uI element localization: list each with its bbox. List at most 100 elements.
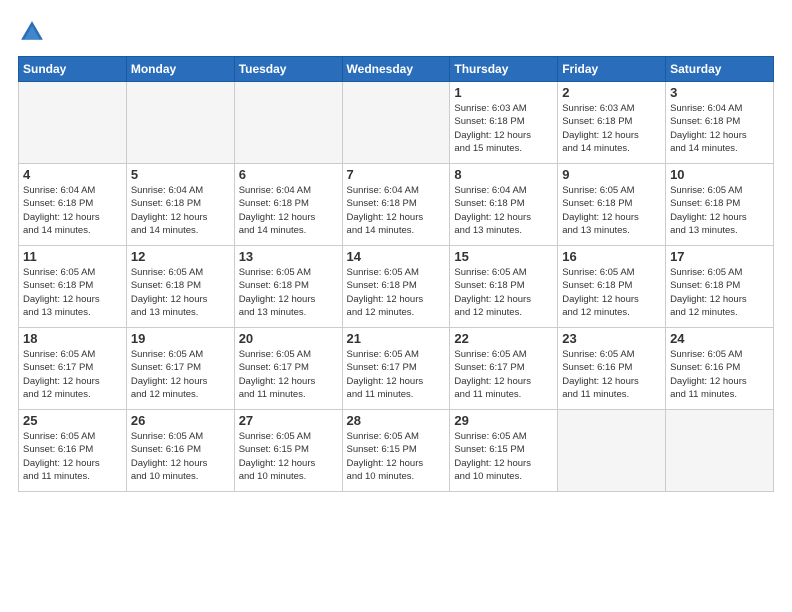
calendar-day-cell: 9 Sunrise: 6:05 AM Sunset: 6:18 PM Daylig…: [558, 164, 666, 246]
calendar-day-cell: [558, 410, 666, 492]
day-info: Sunrise: 6:05 AM Sunset: 6:15 PM Dayligh…: [347, 430, 446, 483]
day-number: 13: [239, 249, 338, 264]
calendar-weekday-header: Saturday: [666, 57, 774, 82]
day-number: 6: [239, 167, 338, 182]
calendar-weekday-header: Thursday: [450, 57, 558, 82]
logo-icon: [18, 18, 46, 46]
day-info: Sunrise: 6:05 AM Sunset: 6:18 PM Dayligh…: [670, 266, 769, 319]
calendar-week-row: 25 Sunrise: 6:05 AM Sunset: 6:16 PM Dayli…: [19, 410, 774, 492]
day-info: Sunrise: 6:05 AM Sunset: 6:15 PM Dayligh…: [239, 430, 338, 483]
day-info: Sunrise: 6:04 AM Sunset: 6:18 PM Dayligh…: [239, 184, 338, 237]
day-info: Sunrise: 6:04 AM Sunset: 6:18 PM Dayligh…: [347, 184, 446, 237]
calendar-day-cell: 10 Sunrise: 6:05 AM Sunset: 6:18 PM Dayli…: [666, 164, 774, 246]
calendar-day-cell: 11Sunrise: 6:05 AM Sunset: 6:18 PM Dayli…: [19, 246, 127, 328]
calendar-day-cell: 1 Sunrise: 6:03 AM Sunset: 6:18 PM Daylig…: [450, 82, 558, 164]
calendar-day-cell: [19, 82, 127, 164]
day-info: Sunrise: 6:05 AM Sunset: 6:17 PM Dayligh…: [23, 348, 122, 401]
calendar-weekday-header: Monday: [126, 57, 234, 82]
calendar-day-cell: 8 Sunrise: 6:04 AM Sunset: 6:18 PM Daylig…: [450, 164, 558, 246]
day-number: 17: [670, 249, 769, 264]
calendar-day-cell: 12Sunrise: 6:05 AM Sunset: 6:18 PM Dayli…: [126, 246, 234, 328]
calendar-day-cell: 5 Sunrise: 6:04 AM Sunset: 6:18 PM Daylig…: [126, 164, 234, 246]
day-number: 10: [670, 167, 769, 182]
day-number: 4: [23, 167, 122, 182]
calendar-day-cell: 2 Sunrise: 6:03 AM Sunset: 6:18 PM Daylig…: [558, 82, 666, 164]
calendar-day-cell: 22 Sunrise: 6:05 AM Sunset: 6:17 PM Dayli…: [450, 328, 558, 410]
day-number: 29: [454, 413, 553, 428]
calendar-day-cell: 4 Sunrise: 6:04 AM Sunset: 6:18 PM Daylig…: [19, 164, 127, 246]
calendar-day-cell: 16Sunrise: 6:05 AM Sunset: 6:18 PM Dayli…: [558, 246, 666, 328]
calendar-weekday-header: Friday: [558, 57, 666, 82]
calendar-week-row: 11Sunrise: 6:05 AM Sunset: 6:18 PM Dayli…: [19, 246, 774, 328]
day-number: 18: [23, 331, 122, 346]
page: SundayMondayTuesdayWednesdayThursdayFrid…: [0, 0, 792, 612]
calendar-day-cell: 7 Sunrise: 6:04 AM Sunset: 6:18 PM Daylig…: [342, 164, 450, 246]
day-number: 15: [454, 249, 553, 264]
calendar-day-cell: 23Sunrise: 6:05 AM Sunset: 6:16 PM Dayli…: [558, 328, 666, 410]
day-number: 14: [347, 249, 446, 264]
day-info: Sunrise: 6:03 AM Sunset: 6:18 PM Dayligh…: [562, 102, 661, 155]
calendar-day-cell: 6 Sunrise: 6:04 AM Sunset: 6:18 PM Daylig…: [234, 164, 342, 246]
day-number: 9: [562, 167, 661, 182]
day-info: Sunrise: 6:04 AM Sunset: 6:18 PM Dayligh…: [670, 102, 769, 155]
calendar-header-row: SundayMondayTuesdayWednesdayThursdayFrid…: [19, 57, 774, 82]
day-number: 23: [562, 331, 661, 346]
day-number: 22: [454, 331, 553, 346]
day-info: Sunrise: 6:03 AM Sunset: 6:18 PM Dayligh…: [454, 102, 553, 155]
day-info: Sunrise: 6:04 AM Sunset: 6:18 PM Dayligh…: [131, 184, 230, 237]
calendar-week-row: 18 Sunrise: 6:05 AM Sunset: 6:17 PM Dayli…: [19, 328, 774, 410]
day-info: Sunrise: 6:05 AM Sunset: 6:16 PM Dayligh…: [131, 430, 230, 483]
calendar-day-cell: [126, 82, 234, 164]
day-info: Sunrise: 6:05 AM Sunset: 6:18 PM Dayligh…: [239, 266, 338, 319]
calendar-day-cell: 20Sunrise: 6:05 AM Sunset: 6:17 PM Dayli…: [234, 328, 342, 410]
calendar-day-cell: 19 Sunrise: 6:05 AM Sunset: 6:17 PM Dayli…: [126, 328, 234, 410]
calendar-day-cell: 13 Sunrise: 6:05 AM Sunset: 6:18 PM Dayli…: [234, 246, 342, 328]
day-info: Sunrise: 6:05 AM Sunset: 6:18 PM Dayligh…: [454, 266, 553, 319]
day-number: 16: [562, 249, 661, 264]
calendar-day-cell: 17 Sunrise: 6:05 AM Sunset: 6:18 PM Dayli…: [666, 246, 774, 328]
day-number: 3: [670, 85, 769, 100]
day-number: 25: [23, 413, 122, 428]
day-number: 7: [347, 167, 446, 182]
day-number: 8: [454, 167, 553, 182]
calendar-day-cell: 3 Sunrise: 6:04 AM Sunset: 6:18 PM Daylig…: [666, 82, 774, 164]
day-number: 24: [670, 331, 769, 346]
day-number: 28: [347, 413, 446, 428]
calendar-day-cell: [234, 82, 342, 164]
day-info: Sunrise: 6:05 AM Sunset: 6:18 PM Dayligh…: [670, 184, 769, 237]
calendar-day-cell: 28 Sunrise: 6:05 AM Sunset: 6:15 PM Dayli…: [342, 410, 450, 492]
day-info: Sunrise: 6:05 AM Sunset: 6:17 PM Dayligh…: [131, 348, 230, 401]
calendar-table: SundayMondayTuesdayWednesdayThursdayFrid…: [18, 56, 774, 492]
day-info: Sunrise: 6:04 AM Sunset: 6:18 PM Dayligh…: [454, 184, 553, 237]
header: [18, 18, 774, 46]
day-info: Sunrise: 6:05 AM Sunset: 6:18 PM Dayligh…: [347, 266, 446, 319]
day-number: 19: [131, 331, 230, 346]
calendar-weekday-header: Wednesday: [342, 57, 450, 82]
calendar-day-cell: 25Sunrise: 6:05 AM Sunset: 6:16 PM Dayli…: [19, 410, 127, 492]
calendar-weekday-header: Sunday: [19, 57, 127, 82]
day-number: 21: [347, 331, 446, 346]
day-info: Sunrise: 6:05 AM Sunset: 6:16 PM Dayligh…: [670, 348, 769, 401]
calendar-week-row: 4 Sunrise: 6:04 AM Sunset: 6:18 PM Daylig…: [19, 164, 774, 246]
calendar-day-cell: 15 Sunrise: 6:05 AM Sunset: 6:18 PM Dayli…: [450, 246, 558, 328]
day-number: 1: [454, 85, 553, 100]
calendar-week-row: 1 Sunrise: 6:03 AM Sunset: 6:18 PM Daylig…: [19, 82, 774, 164]
calendar-day-cell: 29 Sunrise: 6:05 AM Sunset: 6:15 PM Dayli…: [450, 410, 558, 492]
calendar-day-cell: 18 Sunrise: 6:05 AM Sunset: 6:17 PM Dayli…: [19, 328, 127, 410]
day-info: Sunrise: 6:05 AM Sunset: 6:18 PM Dayligh…: [23, 266, 122, 319]
day-number: 27: [239, 413, 338, 428]
day-info: Sunrise: 6:05 AM Sunset: 6:17 PM Dayligh…: [454, 348, 553, 401]
calendar-day-cell: [666, 410, 774, 492]
calendar-day-cell: 21Sunrise: 6:05 AM Sunset: 6:17 PM Dayli…: [342, 328, 450, 410]
day-number: 26: [131, 413, 230, 428]
calendar-day-cell: 26 Sunrise: 6:05 AM Sunset: 6:16 PM Dayli…: [126, 410, 234, 492]
day-number: 2: [562, 85, 661, 100]
day-number: 5: [131, 167, 230, 182]
calendar-day-cell: [342, 82, 450, 164]
day-info: Sunrise: 6:05 AM Sunset: 6:18 PM Dayligh…: [562, 184, 661, 237]
day-info: Sunrise: 6:05 AM Sunset: 6:17 PM Dayligh…: [239, 348, 338, 401]
day-info: Sunrise: 6:04 AM Sunset: 6:18 PM Dayligh…: [23, 184, 122, 237]
day-info: Sunrise: 6:05 AM Sunset: 6:15 PM Dayligh…: [454, 430, 553, 483]
calendar-weekday-header: Tuesday: [234, 57, 342, 82]
calendar-day-cell: 27 Sunrise: 6:05 AM Sunset: 6:15 PM Dayli…: [234, 410, 342, 492]
